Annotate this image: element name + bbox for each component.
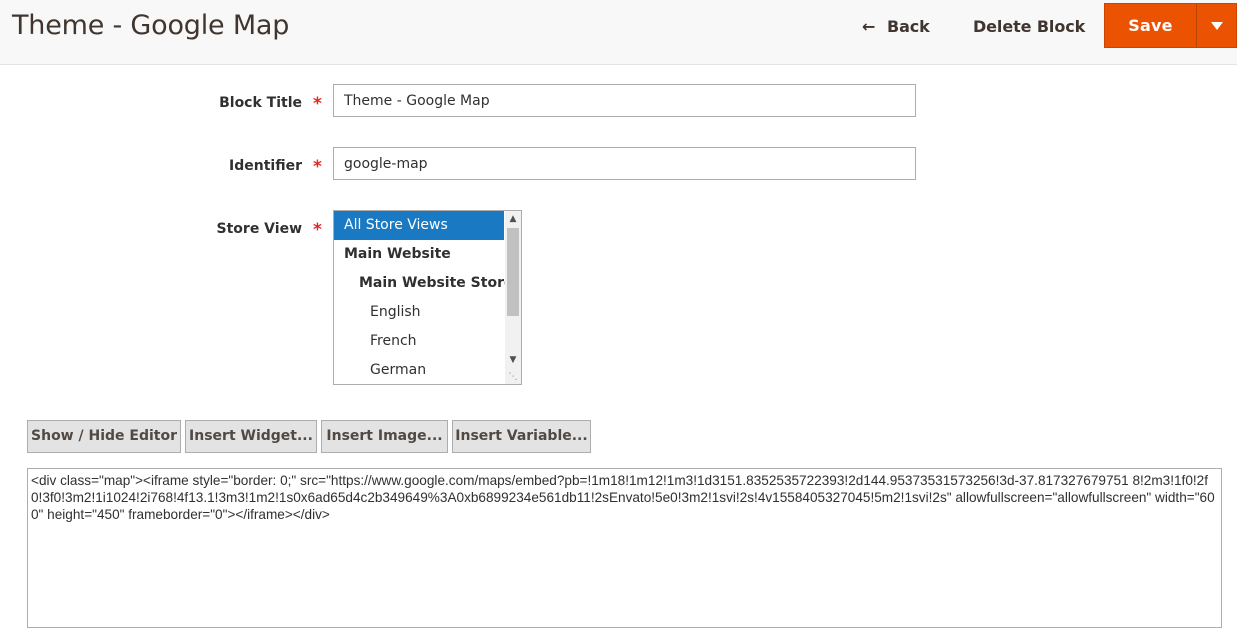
required-asterisk: *	[313, 157, 322, 177]
store-view-option-main-website[interactable]: Main Website	[334, 240, 504, 269]
save-split-button: Save	[1104, 3, 1237, 48]
back-label: Back	[887, 17, 930, 36]
content-textarea[interactable]: <div class="map"><iframe style="border: …	[27, 468, 1222, 628]
save-button[interactable]: Save	[1105, 4, 1196, 47]
store-view-option-all[interactable]: All Store Views	[334, 211, 504, 240]
identifier-label: Identifier	[229, 158, 302, 174]
page-header: Theme - Google Map ← Back Delete Block Sa…	[0, 0, 1237, 65]
store-view-option-french[interactable]: French	[334, 327, 504, 356]
required-asterisk: *	[313, 94, 322, 114]
resize-grip-icon[interactable]: ⋱	[505, 370, 521, 384]
scrollbar-thumb[interactable]	[507, 228, 519, 316]
back-button[interactable]: ← Back	[862, 14, 930, 40]
block-title-input[interactable]	[333, 84, 916, 117]
store-view-multiselect[interactable]: All Store Views Main Website Main Websit…	[333, 210, 522, 385]
chevron-down-icon[interactable]: ▼	[505, 352, 521, 368]
chevron-up-icon[interactable]: ▲	[505, 211, 521, 227]
delete-block-button[interactable]: Delete Block	[973, 14, 1085, 40]
save-options-toggle[interactable]	[1196, 4, 1236, 47]
insert-widget-button[interactable]: Insert Widget...	[185, 420, 317, 453]
show-hide-editor-button[interactable]: Show / Hide Editor	[27, 420, 181, 453]
store-view-option-english[interactable]: English	[334, 298, 504, 327]
arrow-left-icon: ←	[862, 17, 876, 36]
insert-variable-button[interactable]: Insert Variable...	[452, 420, 591, 453]
store-view-option-main-website-store[interactable]: Main Website Store	[334, 269, 513, 298]
identifier-input[interactable]	[333, 147, 916, 180]
store-view-scrollbar[interactable]: ▲ ▼	[505, 211, 521, 384]
store-view-label: Store View	[216, 221, 302, 237]
store-view-option-german[interactable]: German	[334, 356, 504, 384]
caret-down-icon	[1210, 21, 1223, 30]
required-asterisk: *	[313, 220, 322, 240]
block-title-label: Block Title	[219, 95, 302, 111]
page-title: Theme - Google Map	[12, 10, 290, 41]
insert-image-button[interactable]: Insert Image...	[321, 420, 448, 453]
